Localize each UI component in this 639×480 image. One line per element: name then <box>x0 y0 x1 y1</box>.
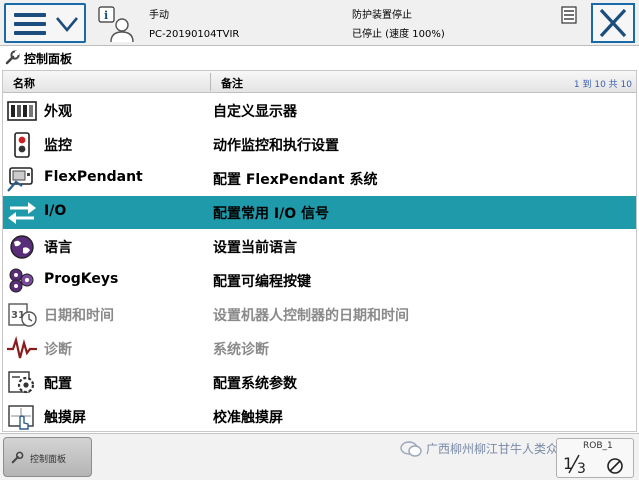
svg-text:3: 3 <box>577 461 586 477</box>
task-bar: 控制面板 广西柳州柳江甘牛人类众号 ROB_1 1 3 <box>0 433 639 480</box>
table-row-progkeys[interactable]: ProgKeys 配置可编程按键 <box>3 264 636 297</box>
svg-text:1: 1 <box>563 454 573 473</box>
status-bar: i 手动 PC-20190104TVIR 防护装置停止 已停止 (速度 100%… <box>0 0 639 46</box>
table-row-date-time[interactable]: 31 日期和时间 设置机器人控制器的日期和时间 <box>3 298 636 331</box>
flexpendant-icon <box>7 167 33 192</box>
column-header-name[interactable]: 名称 <box>13 75 35 91</box>
watermark-text: 广西柳州柳江甘牛人类众号 <box>426 442 571 456</box>
row-comment: 配置常用 I/O 信号 <box>213 206 329 222</box>
table-row-supervision[interactable]: 监控 动作监控和执行设置 <box>3 128 636 161</box>
pulse-wave-icon <box>7 335 37 359</box>
table-header: 名称 备注 1 到 10 共 10 <box>3 71 636 93</box>
operator-status-icon[interactable]: i <box>96 5 136 43</box>
page-title: 控制面板 <box>24 52 73 66</box>
touchscreen-icon <box>8 405 34 430</box>
hamburger-icon <box>14 13 46 35</box>
status-left-group: 手动 PC-20190104TVIR <box>149 6 239 44</box>
execution-state: 已停止 (速度 100%) <box>352 29 445 40</box>
table-row-configuration[interactable]: 配置 配置系统参数 <box>3 366 636 399</box>
row-name: 配置 <box>44 376 72 392</box>
row-comment: 配置 FlexPendant 系统 <box>213 172 378 188</box>
row-name: 触摸屏 <box>44 410 86 426</box>
calendar-clock-icon: 31 <box>8 303 37 327</box>
globe-icon <box>10 235 34 259</box>
row-name: 监控 <box>44 138 72 154</box>
wechat-icon <box>400 441 422 457</box>
row-name: 语言 <box>44 240 72 256</box>
window-title: 控制面板 <box>0 47 639 69</box>
column-divider <box>210 73 211 91</box>
svg-text:i: i <box>104 9 108 22</box>
table-row-language[interactable]: 语言 设置当前语言 <box>3 230 636 263</box>
row-comment: 自定义显示器 <box>213 104 297 120</box>
event-log-icon[interactable] <box>561 6 577 24</box>
table-row-io[interactable]: I/O 配置常用 I/O 信号 <box>3 196 636 229</box>
table-row-flexpendant[interactable]: FlexPendant 配置 FlexPendant 系统 <box>3 162 636 195</box>
row-name: 日期和时间 <box>44 308 114 324</box>
column-header-comment[interactable]: 备注 <box>221 75 243 91</box>
appearance-icon <box>7 101 37 121</box>
row-name: ProgKeys <box>44 271 119 287</box>
quickset-button[interactable]: ROB_1 1 3 <box>556 438 634 478</box>
wrench-icon <box>11 451 24 464</box>
row-comment: 设置机器人控制器的日期和时间 <box>213 308 409 324</box>
status-right-group: 防护装置停止 已停止 (速度 100%) <box>352 6 445 44</box>
wrench-icon <box>5 50 20 65</box>
row-name: 诊断 <box>44 342 72 358</box>
chevron-down-icon <box>56 17 78 33</box>
row-comment: 动作监控和执行设置 <box>213 138 339 154</box>
task-label: 控制面板 <box>30 455 67 465</box>
task-control-panel-button[interactable]: 控制面板 <box>3 437 92 477</box>
gear-icon <box>8 371 35 394</box>
row-comment: 配置系统参数 <box>213 376 297 392</box>
controller-name: PC-20190104TVIR <box>149 29 240 40</box>
io-arrows-icon <box>8 202 36 224</box>
row-comment: 校准触摸屏 <box>213 410 283 426</box>
pagination-info: 1 到 10 共 10 <box>573 80 632 90</box>
abb-menu-button[interactable] <box>4 3 86 43</box>
row-name: FlexPendant <box>44 169 143 185</box>
row-comment: 系统诊断 <box>213 342 269 358</box>
table-row-appearance[interactable]: 外观 自定义显示器 <box>3 94 636 127</box>
safety-status: 防护装置停止 <box>352 10 412 21</box>
progkeys-icon <box>9 268 34 293</box>
control-panel-table: 名称 备注 1 到 10 共 10 外观 自定义显示器 监控 动作监控和执行设置 <box>2 70 637 432</box>
row-comment: 配置可编程按键 <box>213 274 311 290</box>
row-comment: 设置当前语言 <box>213 240 297 256</box>
operating-mode: 手动 <box>149 10 169 21</box>
quickset-mechunit: ROB_1 <box>583 441 613 451</box>
supervision-icon <box>14 132 30 158</box>
row-name: I/O <box>44 203 67 219</box>
close-icon <box>599 8 627 38</box>
close-button[interactable] <box>591 3 635 43</box>
table-row-diagnostics[interactable]: 诊断 系统诊断 <box>3 332 636 365</box>
table-row-touchscreen[interactable]: 触摸屏 校准触摸屏 <box>3 400 636 433</box>
row-name: 外观 <box>44 104 72 120</box>
